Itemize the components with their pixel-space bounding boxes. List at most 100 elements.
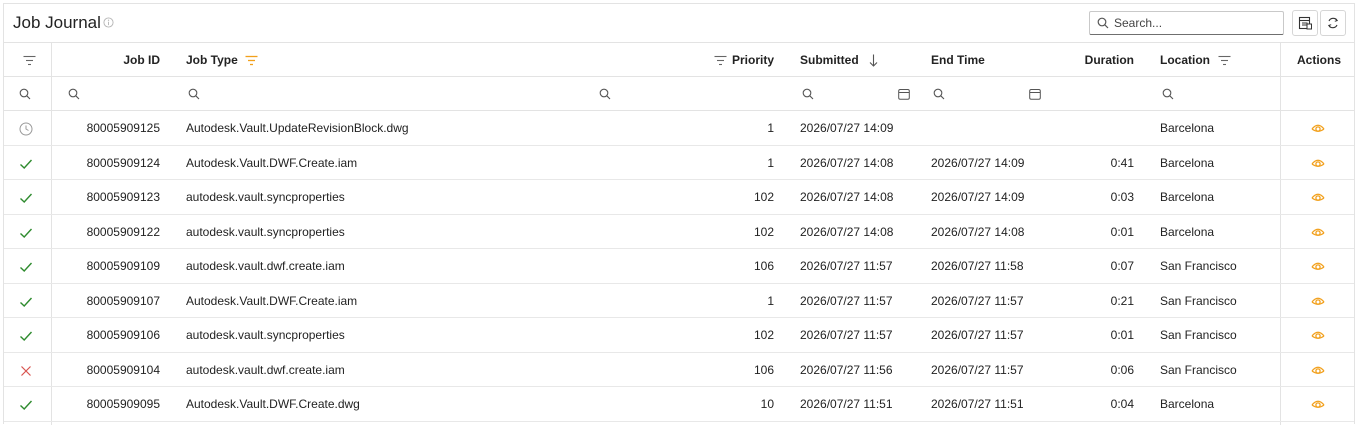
calendar-icon[interactable] bbox=[1029, 88, 1041, 100]
column-header-priority[interactable]: Priority bbox=[704, 43, 774, 77]
success-check-icon bbox=[20, 193, 33, 203]
table-row[interactable]: 80005909125 Autodesk.Vault.UpdateRevision… bbox=[4, 111, 1354, 146]
cell-priority: 1 bbox=[767, 121, 774, 135]
cell-priority: 1 bbox=[767, 155, 774, 170]
cell-location: Barcelona bbox=[1160, 155, 1215, 170]
cell-job-type: autodesk.vault.syncproperties bbox=[186, 328, 345, 342]
column-header-duration[interactable]: Duration bbox=[1064, 43, 1134, 77]
cell-submitted: 2026/07/27 14:08 bbox=[800, 155, 894, 170]
filter-icon[interactable] bbox=[714, 55, 727, 66]
cell-location: San Francisco bbox=[1160, 259, 1237, 273]
refresh-button[interactable] bbox=[1320, 10, 1346, 36]
cell-job-id: 80005909123 bbox=[86, 190, 160, 204]
cell-duration: 0:03 bbox=[1110, 190, 1134, 204]
cell-job-type: Autodesk.Vault.DWF.Create.iam bbox=[186, 293, 358, 308]
info-icon[interactable] bbox=[103, 17, 114, 28]
cell-end-time: 2026/07/27 11:51 bbox=[931, 397, 1024, 411]
view-eye-icon[interactable] bbox=[1311, 295, 1325, 307]
view-eye-icon[interactable] bbox=[1311, 364, 1325, 376]
cell-location: Barcelona bbox=[1160, 224, 1215, 239]
column-chooser-icon bbox=[1298, 16, 1312, 30]
cell-end-time: 2026/07/27 14:09 bbox=[931, 155, 1025, 170]
cell-priority: 106 bbox=[753, 362, 774, 377]
priority-filter-search-icon[interactable] bbox=[599, 88, 611, 100]
cell-location: Barcelona bbox=[1160, 397, 1215, 411]
column-header-submitted[interactable]: Submitted bbox=[800, 43, 878, 77]
success-check-icon bbox=[20, 228, 33, 238]
cell-end-time: 2026/07/27 11:57 bbox=[931, 293, 1024, 308]
filter-icon[interactable] bbox=[1218, 55, 1231, 66]
cell-job-type: autodesk.vault.syncproperties bbox=[186, 224, 345, 239]
cell-priority: 102 bbox=[753, 328, 774, 342]
table-row[interactable]: 80005909095 Autodesk.Vault.DWF.Create.dwg… bbox=[4, 387, 1354, 422]
cell-job-type: autodesk.vault.syncproperties bbox=[186, 190, 345, 204]
column-header-end-time[interactable]: End Time bbox=[931, 43, 985, 77]
cell-submitted: 2026/07/27 11:57 bbox=[800, 328, 893, 342]
cell-priority: 1 bbox=[767, 293, 774, 308]
cell-end-time: 2026/07/27 11:58 bbox=[931, 259, 1024, 273]
sort-descending-icon[interactable] bbox=[869, 54, 878, 67]
cell-location: Barcelona bbox=[1160, 190, 1215, 204]
view-eye-icon[interactable] bbox=[1311, 191, 1325, 203]
cell-submitted: 2026/07/27 14:08 bbox=[800, 190, 894, 204]
table-row[interactable]: 80005909106 autodesk.vault.syncproperties… bbox=[4, 318, 1354, 353]
table-row[interactable]: 80005909109 autodesk.vault.dwf.create.iam… bbox=[4, 249, 1354, 284]
table-row[interactable]: 80005909104 autodesk.vault.dwf.create.iam… bbox=[4, 353, 1354, 387]
cell-duration: 0:06 bbox=[1110, 362, 1134, 377]
success-check-icon bbox=[20, 297, 33, 307]
cell-location: San Francisco bbox=[1160, 328, 1237, 342]
job-type-filter-search-icon[interactable] bbox=[188, 88, 200, 100]
filter-active-icon[interactable] bbox=[245, 55, 258, 66]
cell-submitted: 2026/07/27 14:09 bbox=[800, 121, 894, 135]
cell-job-id: 80005909124 bbox=[86, 155, 160, 170]
cell-location: Barcelona bbox=[1160, 121, 1215, 135]
cell-end-time: 2026/07/27 11:57 bbox=[931, 362, 1024, 377]
filter-menu-icon[interactable] bbox=[23, 55, 36, 66]
table-row[interactable]: 80005909124 Autodesk.Vault.DWF.Create.iam… bbox=[4, 146, 1354, 180]
refresh-icon bbox=[1327, 17, 1339, 29]
submitted-filter-search-icon[interactable] bbox=[802, 88, 814, 100]
success-check-icon bbox=[20, 262, 33, 272]
cell-submitted: 2026/07/27 11:51 bbox=[800, 397, 893, 411]
table-row[interactable]: 80005909123 autodesk.vault.syncproperties… bbox=[4, 180, 1354, 215]
view-eye-icon[interactable] bbox=[1311, 329, 1325, 341]
view-eye-icon[interactable] bbox=[1311, 226, 1325, 238]
cell-job-id: 80005909125 bbox=[86, 121, 160, 135]
search-icon[interactable] bbox=[19, 88, 31, 100]
cell-end-time: 2026/07/27 14:08 bbox=[931, 224, 1025, 239]
column-header-job-type[interactable]: Job Type bbox=[186, 43, 258, 77]
cell-duration: 0:41 bbox=[1110, 155, 1134, 170]
end-time-filter-search-icon[interactable] bbox=[933, 88, 945, 100]
cell-end-time: 2026/07/27 14:09 bbox=[931, 190, 1025, 204]
calendar-icon[interactable] bbox=[898, 88, 910, 100]
cell-submitted: 2026/07/27 11:57 bbox=[800, 293, 893, 308]
cell-job-type: Autodesk.Vault.DWF.Create.dwg bbox=[186, 397, 360, 411]
cell-submitted: 2026/07/27 11:57 bbox=[800, 259, 893, 273]
cell-submitted: 2026/07/27 11:56 bbox=[800, 362, 893, 377]
search-field[interactable] bbox=[1089, 11, 1284, 35]
column-header-job-id[interactable]: Job ID bbox=[64, 43, 160, 77]
job-id-filter-search-icon[interactable] bbox=[68, 88, 80, 100]
filter-row bbox=[4, 77, 1354, 111]
cell-job-id: 80005909122 bbox=[86, 224, 160, 239]
cell-priority: 10 bbox=[760, 397, 774, 411]
toolbar: Job Journal bbox=[4, 4, 1354, 43]
page-title: Job Journal bbox=[13, 13, 101, 32]
view-eye-icon[interactable] bbox=[1311, 260, 1325, 272]
cell-job-id: 80005909107 bbox=[86, 293, 160, 308]
table-row[interactable]: 80005909107 Autodesk.Vault.DWF.Create.iam… bbox=[4, 284, 1354, 318]
search-input[interactable] bbox=[1114, 15, 1274, 31]
view-eye-icon[interactable] bbox=[1311, 157, 1325, 169]
cell-submitted: 2026/07/27 14:08 bbox=[800, 224, 894, 239]
error-cross-icon bbox=[21, 365, 31, 376]
table-row[interactable]: 80005909122 autodesk.vault.syncproperties… bbox=[4, 215, 1354, 249]
cell-job-id: 80005909104 bbox=[86, 362, 160, 377]
column-header-location[interactable]: Location bbox=[1160, 43, 1231, 77]
view-eye-icon[interactable] bbox=[1311, 122, 1325, 134]
cell-priority: 102 bbox=[753, 224, 774, 239]
cell-end-time: 2026/07/27 11:57 bbox=[931, 328, 1024, 342]
column-chooser-button[interactable] bbox=[1292, 10, 1318, 36]
job-journal-panel: Job Journal Job ID Job Type Priority Sub… bbox=[3, 3, 1355, 425]
view-eye-icon[interactable] bbox=[1311, 398, 1325, 410]
location-filter-search-icon[interactable] bbox=[1162, 88, 1174, 100]
